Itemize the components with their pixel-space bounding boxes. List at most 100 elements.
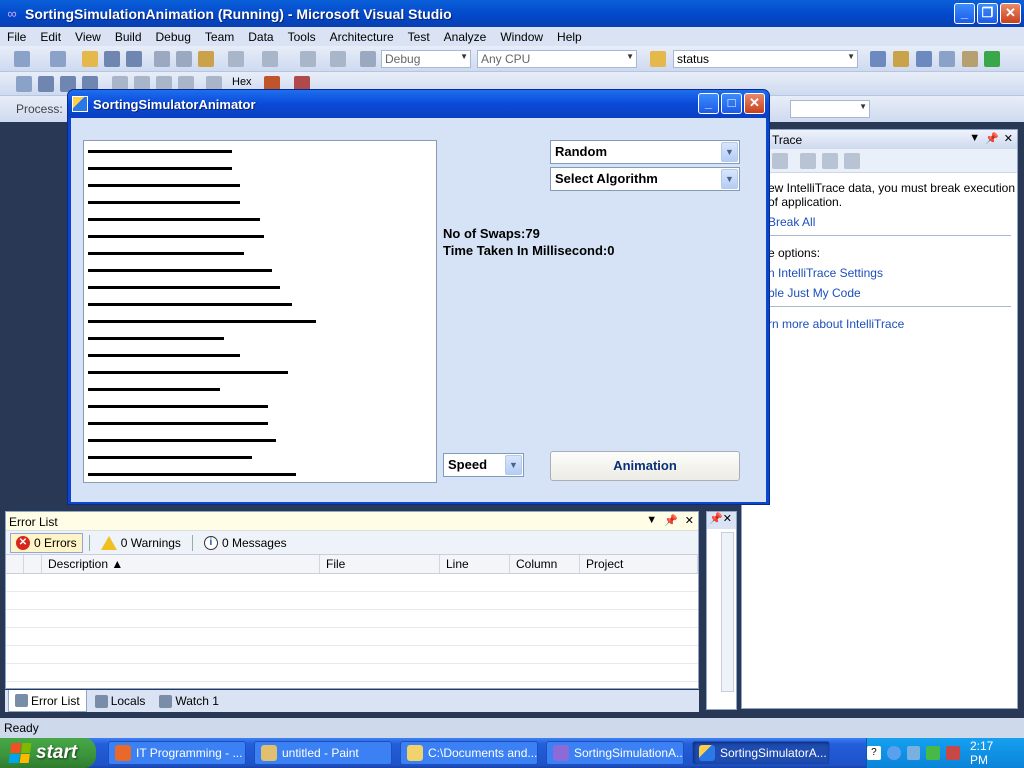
algorithm-dropdown[interactable]: Select Algorithm ▼ <box>550 167 740 191</box>
navigate-back-icon[interactable] <box>300 51 316 67</box>
close-icon[interactable]: ✕ <box>723 513 732 525</box>
column-project[interactable]: Project <box>580 555 698 573</box>
chevron-left-icon[interactable] <box>886 746 901 760</box>
help-icon[interactable]: ? <box>866 746 881 760</box>
solution-explorer-icon[interactable] <box>870 51 886 67</box>
solution-config-value: Debug <box>385 52 421 66</box>
tab-watch-1[interactable]: Watch 1 <box>153 690 225 712</box>
order-dropdown[interactable]: Random ▼ <box>550 140 740 164</box>
chevron-down-icon[interactable]: ▼ <box>646 514 657 527</box>
break-all-link[interactable]: Break All <box>768 215 815 229</box>
close-icon[interactable]: ✕ <box>1004 132 1013 145</box>
open-file-icon[interactable] <box>82 51 98 67</box>
learn-more-link[interactable]: rn more about IntelliTrace <box>768 317 904 331</box>
find-in-files-icon[interactable] <box>650 51 666 67</box>
simulator-titlebar[interactable]: SortingSimulatorAnimator <box>68 90 769 118</box>
navigate-forward-icon[interactable] <box>330 51 346 67</box>
find-combo[interactable]: status ▼ <box>673 50 858 68</box>
chevron-down-icon: ▼ <box>626 52 634 61</box>
menu-build[interactable]: Build <box>108 30 149 44</box>
save-icon[interactable] <box>104 51 120 67</box>
object-browser-icon[interactable] <box>916 51 932 67</box>
intellitrace-settings-link[interactable]: n IntelliTrace Settings <box>768 266 883 280</box>
menu-architecture[interactable]: Architecture <box>323 30 401 44</box>
hex-toggle[interactable]: Hex <box>232 76 252 88</box>
simulator-window: SortingSimulatorAnimator _ □ ✕ Random ▼ … <box>67 89 770 505</box>
process-combo[interactable]: ▼ <box>790 100 870 118</box>
network-icon[interactable] <box>906 746 921 760</box>
warning-icon <box>100 535 117 550</box>
standard-toolbar: Debug ▼ Any CPU ▼ status ▼ <box>0 46 1024 72</box>
security-shield-icon[interactable] <box>946 746 960 760</box>
vs-close-button[interactable]: ✕ <box>1000 3 1021 24</box>
paste-icon[interactable] <box>198 51 214 67</box>
tools-icon[interactable] <box>962 51 978 67</box>
app-icon <box>72 96 88 112</box>
pin-icon[interactable]: 📌 <box>709 513 723 525</box>
chevron-down-icon[interactable]: ▼ <box>969 132 980 145</box>
solution-platform-combo[interactable]: Any CPU ▼ <box>477 50 637 68</box>
start-debugging-icon[interactable] <box>360 51 376 67</box>
settings-icon[interactable] <box>844 153 860 169</box>
menu-test[interactable]: Test <box>401 30 437 44</box>
column-line[interactable]: Line <box>440 555 510 573</box>
animation-button[interactable]: Animation <box>550 451 740 481</box>
tab-locals[interactable]: Locals <box>89 690 152 712</box>
toolbox-icon[interactable] <box>939 51 955 67</box>
menu-data[interactable]: Data <box>241 30 280 44</box>
taskbar-item-paint[interactable]: untitled - Paint <box>254 741 392 765</box>
warnings-count: 0 Warnings <box>120 535 181 550</box>
undo-icon[interactable] <box>228 51 244 67</box>
add-item-icon[interactable] <box>50 51 66 67</box>
menu-analyze[interactable]: Analyze <box>437 30 494 44</box>
errors-filter-button[interactable]: ✕ 0 Errors <box>10 532 83 553</box>
vs-restore-button[interactable]: ❐ <box>977 3 998 24</box>
menu-help[interactable]: Help <box>550 30 589 44</box>
taskbar-item-explorer[interactable]: C:\Documents and... <box>400 741 538 765</box>
close-icon[interactable]: ✕ <box>685 514 694 527</box>
column-file[interactable]: File <box>320 555 440 573</box>
continue-icon[interactable] <box>16 76 32 92</box>
menu-window[interactable]: Window <box>493 30 550 44</box>
sim-minimize-button[interactable]: _ <box>698 93 719 114</box>
column-description[interactable]: Description ▲ <box>42 555 320 573</box>
sort-bar <box>88 218 260 221</box>
taskbar-item-simulator[interactable]: SortingSimulatorA... <box>692 741 830 765</box>
sim-maximize-button[interactable]: □ <box>721 93 742 114</box>
cut-icon[interactable] <box>154 51 170 67</box>
open-log-icon[interactable] <box>822 153 838 169</box>
messages-filter-button[interactable]: i 0 Messages <box>199 534 292 552</box>
properties-icon[interactable] <box>893 51 909 67</box>
menu-team[interactable]: Team <box>198 30 241 44</box>
menu-view[interactable]: View <box>68 30 108 44</box>
calls-view-icon[interactable] <box>800 153 816 169</box>
sim-close-button[interactable]: ✕ <box>744 93 765 114</box>
menu-debug[interactable]: Debug <box>149 30 198 44</box>
redo-icon[interactable] <box>262 51 278 67</box>
filter-icon[interactable] <box>772 153 788 169</box>
start-page-icon[interactable] <box>984 51 1000 67</box>
taskbar-item-visual-studio[interactable]: SortingSimulationA... <box>546 741 684 765</box>
enable-just-my-code-link[interactable]: ble Just My Code <box>768 286 861 300</box>
menu-edit[interactable]: Edit <box>33 30 68 44</box>
signal-icon[interactable] <box>926 746 941 760</box>
vs-window-title: SortingSimulationAnimation (Running) - M… <box>25 5 452 22</box>
break-all-icon[interactable] <box>38 76 54 92</box>
vs-minimize-button[interactable]: _ <box>954 3 975 24</box>
start-button[interactable]: start <box>0 738 96 768</box>
column-column[interactable]: Column <box>510 555 580 573</box>
pin-icon[interactable]: 📌 <box>664 514 678 527</box>
new-project-icon[interactable] <box>14 51 30 67</box>
warnings-filter-button[interactable]: 0 Warnings <box>96 534 186 552</box>
copy-icon[interactable] <box>176 51 192 67</box>
vs-titlebar[interactable]: ∞ SortingSimulationAnimation (Running) -… <box>0 0 1024 27</box>
tab-error-list[interactable]: Error List <box>8 690 87 712</box>
save-all-icon[interactable] <box>126 51 142 67</box>
taskbar-item-firefox[interactable]: IT Programming - ... <box>108 741 246 765</box>
vertical-scrollbar[interactable] <box>721 532 734 692</box>
menu-tools[interactable]: Tools <box>281 30 323 44</box>
menu-file[interactable]: File <box>0 30 33 44</box>
speed-dropdown[interactable]: Speed ▼ <box>443 453 524 477</box>
pin-icon[interactable]: 📌 <box>985 132 999 145</box>
solution-config-combo[interactable]: Debug ▼ <box>381 50 471 68</box>
